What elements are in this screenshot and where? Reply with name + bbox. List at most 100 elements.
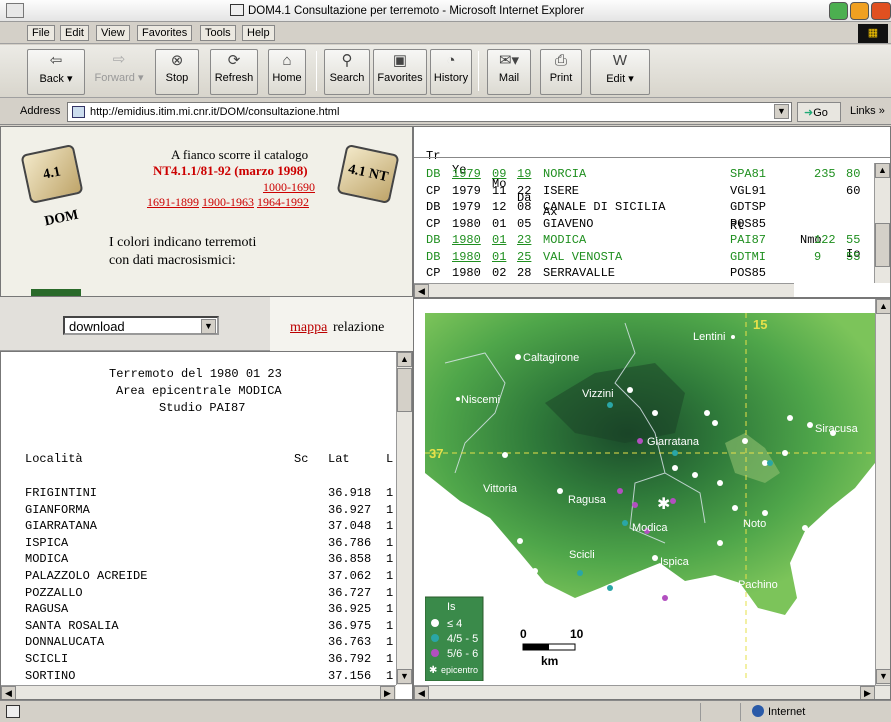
map-frame: 15 37 ✱ Lentini Caltagirone Niscemi Vizz… — [413, 298, 891, 700]
scroll-right-arrow[interactable]: ▶ — [380, 686, 395, 699]
dropdown-arrow-icon[interactable]: ▾ — [628, 73, 634, 85]
map-hscroll[interactable]: ◀ ▶ — [414, 685, 890, 699]
menu-file[interactable]: File — [27, 25, 55, 41]
print-button[interactable]: ⎙ Print — [540, 49, 582, 95]
point-white — [717, 540, 723, 546]
catalog-row[interactable]: DB19791208CANALE DI SICILIAGDTSPF — [414, 200, 887, 216]
go-button[interactable]: ➜Go — [797, 102, 841, 122]
catalog-row[interactable]: DB 1980 01 23 MODICA PAI87 122 55 — [414, 233, 874, 249]
map-link[interactable]: mappa — [290, 320, 327, 336]
catalog-cell-tr: DB — [426, 167, 441, 181]
scroll-left-arrow[interactable]: ◀ — [1, 686, 16, 699]
point-white — [717, 480, 723, 486]
address-input[interactable]: http://emidius.itim.mi.cnr.it/DOM/consul… — [67, 102, 792, 122]
scroll-up-arrow[interactable]: ▲ — [397, 352, 412, 367]
locality-cell-name: RAGUSA — [25, 602, 69, 617]
catalog-hscroll[interactable]: ◀ — [414, 283, 794, 297]
maximize-button[interactable] — [850, 2, 869, 20]
scroll-right-arrow[interactable]: ▶ — [860, 686, 875, 699]
col-sc: Sc — [294, 452, 309, 466]
catalog-row[interactable]: DB 1979 09 19 NORCIA SPA81 235 80 — [414, 167, 874, 183]
menu-help[interactable]: Help — [242, 25, 275, 41]
home-button[interactable]: ⌂ Home — [268, 49, 306, 95]
catalog-row[interactable]: CP 1980 01 05 GIAVENO POS85 — [414, 217, 874, 233]
point-teal — [622, 520, 628, 526]
scroll-thumb[interactable] — [875, 223, 890, 267]
scroll-down-arrow[interactable]: ▼ — [397, 669, 412, 684]
dropdown-arrow-icon[interactable]: ▾ — [138, 72, 144, 84]
col-localita: Località — [25, 452, 83, 466]
menu-tools[interactable]: Tools — [200, 25, 236, 41]
locality-cell-l: 1 — [386, 569, 394, 583]
edit-button[interactable]: W Edit ▾ — [590, 49, 650, 95]
catalog-cell-mo[interactable]: 09 — [492, 167, 506, 181]
scroll-left-arrow[interactable]: ◀ — [414, 686, 429, 699]
refresh-button[interactable]: ⟳ Refresh — [210, 49, 258, 95]
mail-button[interactable]: ✉▾ Mail — [487, 49, 531, 95]
catalog-cell-rt: POS85 — [730, 216, 767, 231]
catalog-cell-mo[interactable]: 01 — [492, 233, 506, 247]
period-link-1964-1992[interactable]: 1964-1992 — [257, 195, 309, 209]
locality-cell-l: 1 — [386, 668, 394, 683]
catalog-row[interactable]: DB 1980 01 25 VAL VENOSTA GDTMI 9 55 — [414, 250, 874, 266]
point-white — [732, 505, 738, 511]
menu-view[interactable]: View — [96, 25, 130, 41]
catalog-cell-ax: GIAVENO — [543, 216, 594, 231]
locality-cell-l: 1 — [386, 652, 394, 666]
locality-row: SANTA ROSALIA 36.975 1 — [1, 619, 396, 635]
col-tr: Tr — [426, 149, 441, 163]
status-bar: Internet — [0, 700, 891, 722]
catalog-row[interactable]: CP 1980 02 28 SERRAVALLE POS85 — [414, 266, 874, 282]
period-link-1900-1963[interactable]: 1900-1963 — [202, 195, 254, 209]
refresh-icon: ⟳ — [227, 52, 241, 69]
locality-cell-lat: 36.858 — [328, 552, 372, 567]
place-noto: Noto — [743, 518, 766, 530]
catalog-cell-ye[interactable]: 1979 — [452, 167, 481, 181]
map-vscroll[interactable]: ▲ ▼ — [875, 299, 890, 685]
catalog-cell-da[interactable]: 23 — [517, 233, 531, 247]
back-button[interactable]: ⇦ Back ▾ — [27, 49, 85, 95]
close-button[interactable] — [871, 2, 891, 20]
catalog-cell-ye[interactable]: 1980 — [452, 250, 481, 264]
catalog-cell-ye: 1979 — [452, 200, 481, 214]
detail-hscroll[interactable]: ◀ ▶ — [1, 685, 396, 699]
search-button[interactable]: ⚲ Search — [324, 49, 370, 95]
toolbar-separator — [316, 51, 317, 91]
catalog-cell-da: 28 — [517, 266, 532, 280]
period-link-1000-1690[interactable]: 1000-1690 — [263, 180, 315, 195]
scroll-up-arrow[interactable]: ▲ — [875, 163, 890, 178]
catalog-cell-da[interactable]: 25 — [517, 250, 531, 264]
point-purple — [662, 595, 668, 601]
menu-favorites[interactable]: Favorites — [137, 25, 193, 41]
links-button[interactable]: Links » — [850, 105, 885, 117]
select-dropdown-arrow[interactable]: ▼ — [201, 319, 216, 334]
stop-button[interactable]: ⊗ Stop — [155, 49, 199, 95]
menu-bar: File Edit View Favorites Tools Help ▦ — [0, 22, 891, 44]
period-link-1691-1899[interactable]: 1691-1899 — [147, 195, 199, 209]
favorites-button[interactable]: ▣ Favorites — [373, 49, 427, 95]
dropdown-arrow-icon[interactable]: ▾ — [67, 73, 73, 85]
minimize-button[interactable] — [829, 2, 848, 20]
catalog-cell-da[interactable]: 19 — [517, 167, 531, 181]
catalog-cell-ye[interactable]: 1980 — [452, 233, 481, 247]
catalog-frame: Tr Ye Mo Da Ax Rt Nmo Io Pa DB 1979 09 19 NO… — [413, 126, 891, 298]
catalog-row[interactable]: CP 1979 11 22 ISERE VGL91 60 — [414, 184, 874, 200]
catalog-cell-io: 55 — [846, 233, 861, 247]
forward-arrow-icon: ⇨ — [112, 51, 126, 68]
scroll-up-arrow[interactable]: ▲ — [876, 299, 890, 314]
catalog-cell-mo[interactable]: 01 — [492, 250, 506, 264]
format-select[interactable]: download ▼ — [63, 316, 219, 335]
ie-window-icon[interactable] — [6, 3, 24, 18]
scroll-thumb[interactable] — [397, 368, 412, 412]
scroll-down-arrow[interactable]: ▼ — [876, 669, 890, 684]
menu-edit[interactable]: Edit — [60, 25, 89, 41]
locality-row: DONNALUCATA 36.763 1 — [1, 635, 396, 651]
locality-cell-l: 1 — [386, 602, 394, 617]
forward-button[interactable]: ⇨ Forward ▾ — [88, 49, 150, 95]
address-dropdown-arrow[interactable]: ▼ — [774, 104, 789, 119]
detail-vscroll[interactable]: ▲ ▼ — [396, 352, 412, 685]
catalog-vscroll[interactable]: ▲ — [874, 163, 890, 283]
locality-row: POZZALLO 36.727 1 — [1, 586, 396, 602]
scroll-left-arrow[interactable]: ◀ — [414, 284, 429, 297]
history-button[interactable]: ◔ History — [430, 49, 472, 95]
